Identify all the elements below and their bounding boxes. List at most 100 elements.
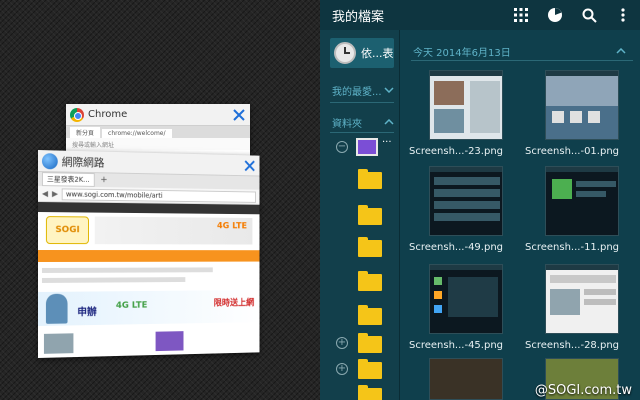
folder-tree-item[interactable] bbox=[320, 268, 400, 296]
expand-icon[interactable]: + bbox=[336, 337, 348, 349]
add-tab-icon: + bbox=[100, 175, 107, 185]
storage-pie-icon[interactable] bbox=[538, 0, 572, 30]
sidebar-item-recent[interactable]: 依...表 bbox=[330, 38, 394, 68]
folder-tree-item[interactable] bbox=[320, 166, 400, 194]
preview-bar bbox=[546, 265, 618, 270]
grid-view-icon[interactable] bbox=[504, 0, 538, 30]
file-thumbnail bbox=[523, 162, 635, 236]
site-promo: 4G LTE bbox=[95, 217, 253, 245]
file-name: Screensh...-01.png bbox=[525, 146, 635, 157]
file-tile[interactable]: Screensh...-45.png bbox=[407, 260, 519, 352]
file-tile[interactable]: Screensh...-28.png bbox=[523, 260, 635, 352]
screenshot-preview bbox=[429, 70, 503, 140]
sidebar-section-folders[interactable]: 資料夾 bbox=[332, 114, 394, 130]
search-icon[interactable] bbox=[572, 0, 606, 30]
recent-apps-panel: Chrome 新分頁 chrome://welcome/ 搜尋或輸入網址 網際網… bbox=[0, 0, 320, 400]
close-icon[interactable] bbox=[240, 155, 260, 176]
sidebar-divider bbox=[330, 102, 394, 103]
action-bar: 我的檔案 bbox=[320, 0, 640, 30]
folder-icon bbox=[358, 172, 382, 189]
date-group-divider bbox=[411, 60, 633, 61]
folder-tree-root[interactable]: − ··· bbox=[320, 134, 400, 162]
folder-tree-item[interactable] bbox=[320, 382, 400, 400]
folder-tree-item[interactable]: + bbox=[320, 356, 400, 384]
preview-block bbox=[552, 111, 564, 123]
watermark: @SOGI.com.tw bbox=[535, 383, 632, 398]
folder-sidebar: 依...表 我的最愛... 資料夾 − ··· + + bbox=[320, 30, 400, 400]
preview-block bbox=[434, 291, 442, 299]
recent-app-card-browser[interactable]: 網際網路 三星發表2K... + ◀ ▶ www.sogi.com.tw/mob… bbox=[38, 150, 259, 358]
preview-block bbox=[434, 81, 464, 105]
preview-block bbox=[584, 289, 616, 295]
file-tile[interactable]: Screensh...-23.png bbox=[407, 66, 519, 158]
file-grid: 今天 2014年6月13日 Screensh...-23.png Screens… bbox=[401, 30, 640, 400]
preview-block bbox=[576, 181, 616, 187]
file-name: Screensh...-49.png bbox=[409, 242, 519, 253]
chrome-tab: 新分頁 bbox=[70, 127, 100, 138]
folder-tree-item[interactable] bbox=[320, 234, 400, 262]
article-thumb bbox=[44, 333, 73, 354]
url-field: www.sogi.com.tw/mobile/arti bbox=[62, 188, 256, 203]
preview-block bbox=[550, 289, 580, 315]
sidebar-section-label: 我的最愛... bbox=[332, 83, 382, 98]
preview-block bbox=[434, 277, 442, 285]
site-menu-bar bbox=[38, 250, 259, 262]
folder-icon bbox=[358, 362, 382, 379]
folder-icon bbox=[358, 240, 382, 257]
file-thumbnail bbox=[523, 260, 635, 334]
file-tile[interactable] bbox=[429, 358, 541, 400]
file-name: Screensh...-45.png bbox=[409, 340, 519, 351]
folder-icon bbox=[358, 274, 382, 291]
chevron-down-icon bbox=[384, 87, 394, 93]
site-logo: SOGI bbox=[46, 216, 89, 244]
close-icon[interactable] bbox=[228, 104, 250, 126]
file-thumbnail bbox=[523, 66, 635, 140]
chevron-up-icon bbox=[616, 48, 626, 54]
preview-bar bbox=[430, 265, 502, 270]
more-vert-icon[interactable] bbox=[606, 0, 640, 30]
card-title: Chrome bbox=[84, 109, 228, 120]
preview-block bbox=[552, 179, 572, 199]
expand-icon[interactable]: + bbox=[336, 363, 348, 375]
ad-text: 申辦 bbox=[77, 303, 96, 318]
file-name: Screensh...-11.png bbox=[525, 242, 635, 253]
preview-block bbox=[434, 213, 500, 221]
file-tile[interactable]: Screensh...-49.png bbox=[407, 162, 519, 254]
folder-tree-item[interactable] bbox=[320, 302, 400, 330]
chrome-icon bbox=[70, 108, 84, 122]
chevron-up-icon bbox=[384, 119, 394, 125]
preview-block bbox=[546, 76, 619, 106]
clock-icon bbox=[334, 42, 356, 64]
file-tile[interactable]: Screensh...-01.png bbox=[523, 66, 635, 158]
preview-block bbox=[434, 109, 464, 133]
file-thumbnail bbox=[407, 66, 519, 140]
ad-promo: 限時送上網 bbox=[214, 296, 254, 309]
sidebar-divider bbox=[330, 132, 394, 133]
site-navbar bbox=[38, 202, 259, 214]
folder-tree-item[interactable] bbox=[320, 202, 400, 230]
collapse-icon[interactable]: − bbox=[336, 141, 348, 153]
preview-block bbox=[434, 201, 500, 209]
screenshot-preview bbox=[429, 166, 503, 236]
file-tile[interactable]: Screensh...-11.png bbox=[523, 162, 635, 254]
card-title: 網際網路 bbox=[58, 153, 240, 173]
sidebar-section-favorites[interactable]: 我的最愛... bbox=[332, 82, 394, 98]
folder-tree-item[interactable]: + bbox=[320, 330, 400, 358]
screenshot-preview bbox=[545, 264, 619, 334]
folder-icon bbox=[358, 388, 382, 400]
screenshot-preview bbox=[429, 264, 503, 334]
preview-block bbox=[576, 191, 606, 197]
device-storage-icon bbox=[356, 138, 378, 156]
preview-bar bbox=[546, 167, 618, 172]
browser-tab: 三星發表2K... bbox=[42, 172, 95, 187]
globe-icon bbox=[42, 153, 58, 169]
preview-block bbox=[434, 305, 442, 313]
forward-icon: ▶ bbox=[52, 189, 58, 198]
preview-block bbox=[588, 111, 600, 123]
more-icon: ··· bbox=[382, 137, 392, 148]
back-icon: ◀ bbox=[42, 189, 48, 198]
date-group-header[interactable]: 今天 2014年6月13日 bbox=[401, 42, 640, 60]
file-thumbnail bbox=[407, 162, 519, 236]
preview-block bbox=[448, 277, 498, 317]
webpage-preview: SOGI 4G LTE 申辦 4G LTE 限時送上網 bbox=[38, 202, 259, 358]
